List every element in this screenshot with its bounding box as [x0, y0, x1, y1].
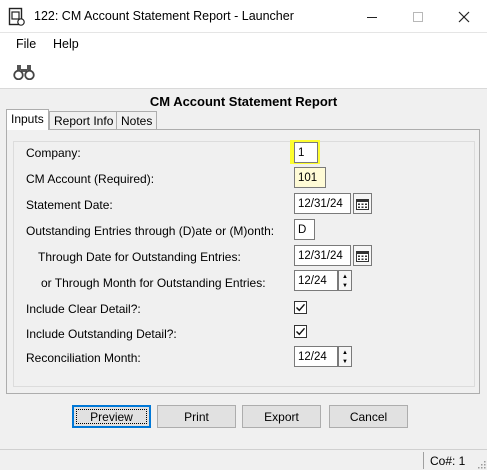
status-company: Co#: 1 — [430, 454, 466, 468]
statement-date-field[interactable]: 12/31/24 — [294, 193, 351, 214]
through-month-field[interactable]: 12/24 — [294, 270, 338, 291]
export-button-label: Export — [264, 410, 299, 424]
status-bar: Co#: 1 — [0, 449, 487, 470]
include-outstanding-label: Include Outstanding Detail?: — [26, 327, 177, 341]
calendar-icon — [356, 198, 369, 210]
checkmark-icon — [296, 303, 306, 312]
status-separator — [423, 452, 424, 469]
cm-account-label: CM Account (Required): — [26, 172, 155, 186]
company-label: Company: — [26, 146, 81, 160]
checkmark-icon — [296, 327, 306, 336]
spin-up-icon[interactable]: ▲ — [339, 272, 351, 281]
focus-rect — [76, 409, 147, 424]
tab-inputs[interactable]: Inputs — [6, 109, 49, 130]
export-button[interactable]: Export — [242, 405, 321, 428]
maximize-icon — [413, 11, 423, 22]
spin-down-icon[interactable]: ▼ — [339, 357, 351, 366]
through-month-label: or Through Month for Outstanding Entries… — [41, 276, 266, 290]
tab-report-info[interactable]: Report Info — [49, 111, 119, 130]
cancel-button[interactable]: Cancel — [329, 405, 408, 428]
through-date-label: Through Date for Outstanding Entries: — [38, 250, 241, 264]
toolbar — [0, 55, 487, 89]
window-title: 122: CM Account Statement Report - Launc… — [34, 9, 294, 23]
tab-notes[interactable]: Notes — [116, 111, 158, 130]
through-date-calendar-button[interactable] — [353, 245, 372, 266]
binoculars-icon[interactable] — [13, 64, 35, 80]
minimize-icon — [367, 16, 377, 18]
print-button-label: Print — [184, 410, 209, 424]
title-bar: 122: CM Account Statement Report - Launc… — [0, 0, 487, 33]
resize-grip-icon[interactable] — [476, 459, 486, 469]
include-outstanding-checkbox[interactable] — [294, 325, 307, 338]
statement-date-calendar-button[interactable] — [353, 193, 372, 214]
spin-down-icon[interactable]: ▼ — [339, 281, 351, 290]
through-date-field[interactable]: 12/31/24 — [294, 245, 351, 266]
menu-help[interactable]: Help — [53, 37, 79, 51]
menu-file[interactable]: File — [16, 37, 36, 51]
minimize-button[interactable] — [349, 0, 395, 33]
close-icon — [458, 11, 470, 22]
spin-up-icon[interactable]: ▲ — [339, 348, 351, 357]
menu-bar: File Help — [0, 33, 487, 55]
include-clear-label: Include Clear Detail?: — [26, 302, 141, 316]
outstanding-entries-label: Outstanding Entries through (D)ate or (M… — [26, 224, 275, 238]
reconciliation-month-spinner[interactable]: ▲ ▼ — [338, 346, 352, 367]
calendar-icon — [356, 250, 369, 262]
print-button[interactable]: Print — [157, 405, 236, 428]
statement-date-label: Statement Date: — [26, 198, 113, 212]
close-button[interactable] — [441, 0, 487, 33]
maximize-button[interactable] — [395, 0, 441, 33]
cancel-button-label: Cancel — [349, 410, 388, 424]
preview-button[interactable]: Preview — [72, 405, 151, 428]
document-icon — [8, 7, 25, 26]
report-title: CM Account Statement Report — [149, 94, 338, 109]
outstanding-entries-field[interactable]: D — [294, 219, 315, 240]
reconciliation-month-label: Reconciliation Month: — [26, 351, 141, 365]
cm-account-field[interactable]: 101 — [294, 167, 326, 188]
reconciliation-month-field[interactable]: 12/24 — [294, 346, 338, 367]
through-month-spinner[interactable]: ▲ ▼ — [338, 270, 352, 291]
company-field[interactable]: 1 — [294, 142, 318, 163]
include-clear-checkbox[interactable] — [294, 301, 307, 314]
